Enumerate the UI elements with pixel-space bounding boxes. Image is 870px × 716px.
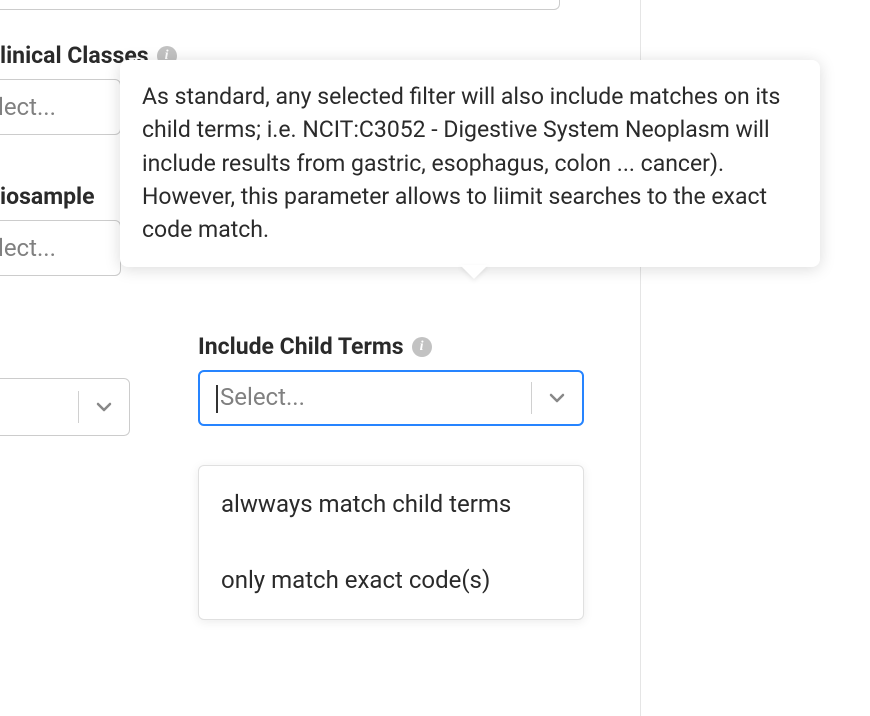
biosample-label-row: iosample xyxy=(0,183,121,210)
chevron-down-icon[interactable] xyxy=(79,397,129,417)
info-icon[interactable]: i xyxy=(412,337,432,357)
include-child-terms-label-row: Include Child Terms i xyxy=(198,333,584,360)
partial-select-control[interactable] xyxy=(0,378,130,436)
include-child-terms-select[interactable]: Select... xyxy=(198,370,584,426)
dropdown-option[interactable]: only match exact code(s) xyxy=(199,542,583,618)
clinical-classes-placeholder: Select... xyxy=(0,93,120,121)
tooltip-text: As standard, any selected filter will al… xyxy=(142,83,780,243)
biosample-placeholder: Select... xyxy=(0,234,120,262)
chevron-down-icon[interactable] xyxy=(532,388,582,408)
tooltip-arrow xyxy=(460,265,488,279)
biosample-select[interactable]: Select... xyxy=(0,220,121,276)
dropdown-option[interactable]: alwways match child terms xyxy=(199,466,583,542)
include-child-terms-placeholder: Select... xyxy=(200,383,531,413)
info-tooltip: As standard, any selected filter will al… xyxy=(120,60,820,267)
clinical-classes-select[interactable]: Select... xyxy=(0,79,121,135)
include-child-terms-label: Include Child Terms xyxy=(198,333,404,360)
biosample-label: iosample xyxy=(0,183,95,210)
include-child-terms-field: Include Child Terms i Select... xyxy=(198,333,584,426)
partial-select-left xyxy=(0,378,130,436)
biosample-field: iosample Select... xyxy=(0,183,121,276)
text-caret xyxy=(216,385,218,413)
include-child-terms-dropdown: alwways match child terms only match exa… xyxy=(198,465,584,620)
partial-control-top xyxy=(0,0,560,10)
